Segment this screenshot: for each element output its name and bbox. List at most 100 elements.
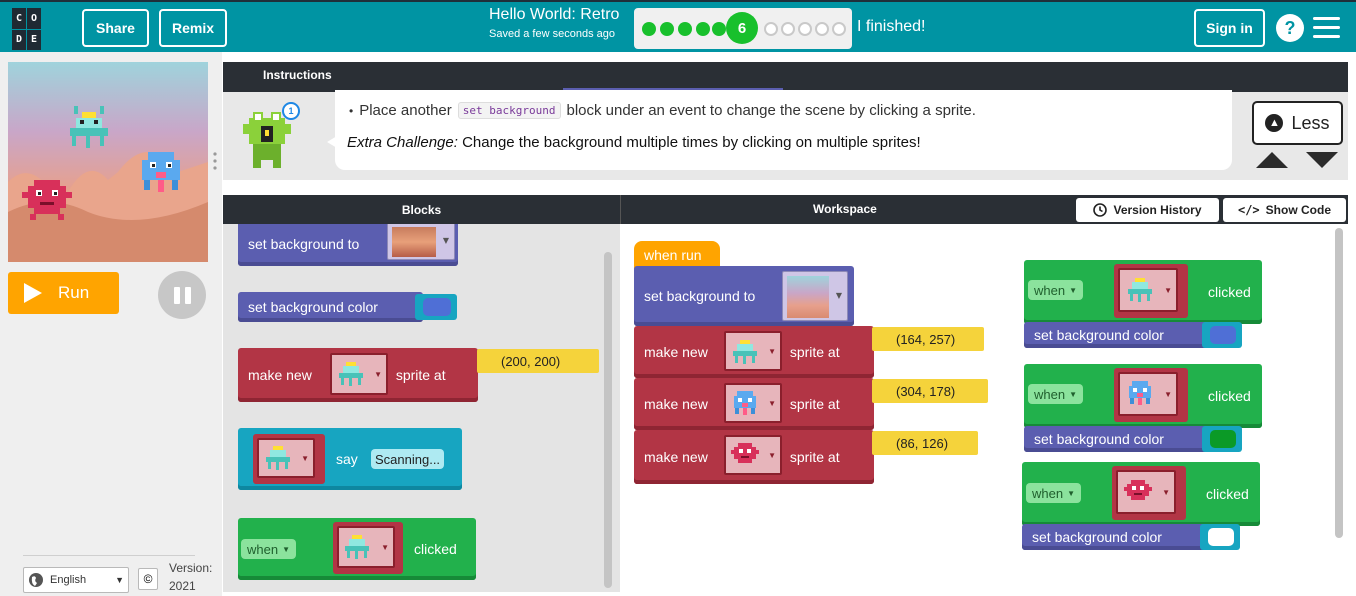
set-background-color-block[interactable]: set background color bbox=[1024, 322, 1210, 348]
level-progress: 6 bbox=[634, 8, 852, 49]
less-label: Less bbox=[1291, 112, 1330, 133]
alien-sprite-icon[interactable] bbox=[66, 106, 110, 154]
resize-handle[interactable] bbox=[775, 185, 797, 199]
hamburger-menu-icon[interactable] bbox=[1313, 17, 1340, 39]
less-button[interactable]: ▲ Less bbox=[1252, 101, 1343, 145]
block-label: say bbox=[336, 451, 358, 467]
resize-handle[interactable] bbox=[213, 152, 217, 172]
workspace-title: Workspace bbox=[813, 202, 877, 216]
event-dropdown[interactable]: when ▼ bbox=[1028, 280, 1083, 300]
block-label: sprite at bbox=[395, 367, 446, 383]
copyright-button[interactable]: © bbox=[138, 568, 158, 590]
level-dot-incomplete[interactable] bbox=[798, 22, 812, 36]
finished-link[interactable]: I finished! bbox=[857, 18, 925, 36]
hint-badge[interactable]: 1 bbox=[282, 102, 300, 120]
chevron-down-icon: ▼ bbox=[1069, 285, 1077, 295]
level-dot-complete[interactable] bbox=[660, 22, 674, 36]
version-label: Version: bbox=[169, 561, 213, 575]
block-label: set background color bbox=[248, 299, 378, 315]
block-label: sprite at bbox=[789, 396, 840, 412]
run-button[interactable]: Run bbox=[8, 272, 119, 314]
coordinate-value: (200, 200) bbox=[501, 353, 561, 369]
coordinate-value: (304, 178) bbox=[896, 383, 956, 399]
scroll-down-icon[interactable] bbox=[1306, 152, 1338, 168]
block-label: make new bbox=[248, 367, 312, 383]
color-input-slot[interactable] bbox=[1202, 426, 1242, 452]
level-dot-incomplete[interactable] bbox=[832, 22, 846, 36]
toolbox-scrollbar[interactable] bbox=[604, 252, 612, 588]
pause-button[interactable] bbox=[158, 271, 206, 319]
hint-count: 1 bbox=[288, 106, 294, 116]
background-picker[interactable]: ▼ bbox=[782, 271, 848, 321]
coordinate-input[interactable]: (164, 257) bbox=[872, 327, 984, 351]
say-text-input[interactable]: Scanning... bbox=[371, 449, 445, 469]
language-value: English bbox=[50, 574, 87, 586]
color-input-slot[interactable] bbox=[415, 294, 457, 320]
help-icon[interactable]: ? bbox=[1276, 14, 1304, 42]
current-level-dot[interactable]: 6 bbox=[726, 12, 758, 44]
color-swatch[interactable] bbox=[423, 298, 451, 316]
block-label: set background to bbox=[644, 288, 756, 304]
language-select[interactable]: English ▼ bbox=[23, 567, 129, 593]
red-monster-sprite-icon bbox=[1124, 480, 1152, 500]
chevron-down-icon: ▼ bbox=[115, 575, 124, 585]
event-label: when bbox=[247, 541, 279, 557]
event-dropdown[interactable]: when ▼ bbox=[1028, 384, 1083, 404]
block-label: set background color bbox=[1034, 327, 1164, 343]
instruction-line-2: Extra Challenge: Change the background m… bbox=[347, 134, 921, 151]
set-background-color-block[interactable]: set background color bbox=[1024, 426, 1210, 452]
level-dot-complete[interactable] bbox=[712, 22, 726, 36]
color-input-slot[interactable] bbox=[1202, 322, 1242, 348]
workspace-canvas[interactable]: when run set background to ▼ make new sp… bbox=[620, 224, 1348, 592]
play-icon bbox=[24, 283, 42, 303]
divider bbox=[23, 555, 195, 556]
top-header: C O D E Share Remix Hello World: Retro S… bbox=[0, 0, 1356, 52]
show-code-button[interactable]: </> Show Code bbox=[1223, 198, 1346, 222]
sign-in-button[interactable]: Sign in bbox=[1194, 9, 1265, 47]
color-swatch[interactable] bbox=[1210, 326, 1236, 344]
set-background-color-block[interactable]: set background color bbox=[1022, 524, 1208, 550]
saved-status: Saved a few seconds ago bbox=[489, 28, 615, 40]
scroll-up-icon[interactable] bbox=[1256, 152, 1288, 168]
instruction-text: Place another bbox=[359, 102, 452, 119]
alien-sprite-icon bbox=[266, 446, 290, 470]
game-stage[interactable] bbox=[8, 62, 208, 262]
when-run-block[interactable]: when run bbox=[634, 241, 720, 269]
version-history-button[interactable]: Version History bbox=[1076, 198, 1219, 222]
event-label: when bbox=[1032, 485, 1064, 501]
event-dropdown[interactable]: when ▼ bbox=[1026, 483, 1081, 503]
level-dot-complete[interactable] bbox=[696, 22, 710, 36]
instruction-text: block under an event to change the scene… bbox=[566, 102, 976, 119]
level-dot-incomplete[interactable] bbox=[781, 22, 795, 36]
version-value: 2021 bbox=[169, 579, 196, 593]
blocks-toolbox[interactable]: set background to ▼ set background color… bbox=[223, 224, 620, 592]
share-button[interactable]: Share bbox=[82, 9, 149, 47]
coordinate-input[interactable]: (200, 200) bbox=[477, 349, 599, 373]
level-dot-incomplete[interactable] bbox=[764, 22, 778, 36]
blue-monster-sprite-icon[interactable] bbox=[138, 148, 184, 196]
extra-challenge-label: Extra Challenge: bbox=[347, 134, 458, 151]
coordinate-input[interactable]: (86, 126) bbox=[872, 431, 978, 455]
say-text-value: Scanning... bbox=[375, 451, 441, 467]
red-monster-sprite-icon[interactable] bbox=[22, 174, 72, 222]
level-dot-complete[interactable] bbox=[678, 22, 692, 36]
block-label: sprite at bbox=[789, 449, 840, 465]
remix-button[interactable]: Remix bbox=[159, 9, 227, 47]
coordinate-input[interactable]: (304, 178) bbox=[872, 379, 988, 403]
color-swatch[interactable] bbox=[1208, 528, 1234, 546]
code-org-logo[interactable]: C O D E bbox=[12, 8, 56, 50]
background-picker[interactable]: ▼ bbox=[387, 224, 455, 260]
level-dot-complete[interactable] bbox=[642, 22, 656, 36]
workspace-scrollbar[interactable] bbox=[1335, 228, 1343, 538]
block-label: make new bbox=[644, 396, 708, 412]
color-input-slot[interactable] bbox=[1200, 524, 1240, 550]
globe-icon bbox=[29, 573, 43, 587]
event-dropdown[interactable]: when ▼ bbox=[241, 539, 296, 559]
logo-letter bbox=[42, 8, 56, 29]
set-background-color-block[interactable]: set background color bbox=[238, 292, 423, 322]
instructions-tab[interactable]: Instructions bbox=[263, 68, 332, 82]
block-label: set background color bbox=[1034, 431, 1164, 447]
block-label: when run bbox=[644, 247, 702, 263]
color-swatch[interactable] bbox=[1210, 430, 1236, 448]
level-dot-incomplete[interactable] bbox=[815, 22, 829, 36]
